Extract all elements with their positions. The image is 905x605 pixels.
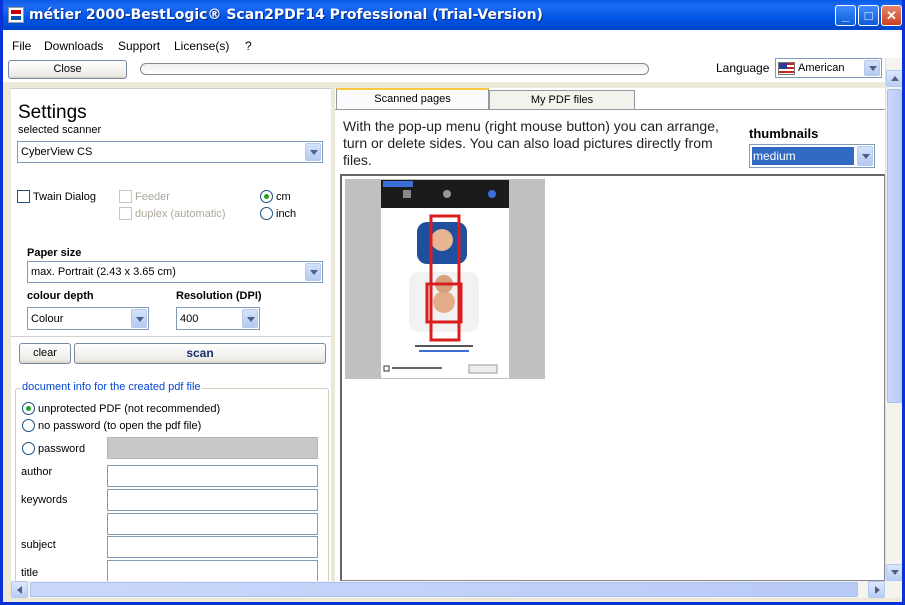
scanner-value: CyberView CS: [21, 146, 93, 158]
keywords-field-2[interactable]: [107, 513, 318, 535]
close-window-button[interactable]: ✕: [881, 5, 902, 26]
vertical-scroll-thumb[interactable]: [887, 89, 902, 403]
colour-depth-select[interactable]: Colour: [27, 307, 149, 330]
menu-file[interactable]: File: [12, 39, 31, 53]
chevron-down-icon[interactable]: [857, 146, 873, 166]
minimize-button[interactable]: _: [835, 5, 856, 26]
language-value: American: [798, 62, 845, 74]
scan-progress-bar: [140, 63, 649, 75]
us-flag-icon: [778, 62, 795, 75]
author-field[interactable]: [107, 465, 318, 487]
unprotected-pdf-label: unprotected PDF (not recommended): [38, 403, 221, 415]
page-preview: [381, 180, 509, 378]
scroll-down-icon[interactable]: [886, 564, 902, 581]
thumbnails-select[interactable]: medium: [749, 144, 875, 168]
password-label: password: [38, 443, 86, 455]
tab-border: [335, 109, 885, 110]
scanner-select[interactable]: CyberView CS: [17, 141, 323, 163]
colour-depth-value: Colour: [31, 312, 64, 325]
chevron-down-icon[interactable]: [242, 309, 258, 328]
radio-icon[interactable]: [22, 402, 35, 415]
resolution-value: 400: [180, 312, 199, 325]
feeder-checkbox: Feeder: [119, 190, 170, 203]
resolution-select[interactable]: 400: [176, 307, 260, 330]
maximize-button[interactable]: □: [858, 5, 879, 26]
twain-dialog-label: Twain Dialog: [33, 191, 96, 203]
paper-size-value: max. Portrait (2.43 x 3.65 cm): [31, 266, 176, 278]
resolution-label: Resolution (DPI): [176, 290, 262, 302]
password-field: [107, 437, 318, 459]
settings-title: Settings: [18, 102, 87, 123]
unprotected-pdf-radio[interactable]: unprotected PDF (not recommended): [22, 402, 220, 415]
title-field[interactable]: [107, 560, 318, 581]
radio-icon[interactable]: [260, 207, 273, 220]
language-select[interactable]: American: [775, 58, 882, 78]
scan-button[interactable]: scan: [74, 343, 326, 364]
radio-icon[interactable]: [22, 419, 35, 432]
subject-label: subject: [21, 539, 56, 551]
scroll-right-icon[interactable]: [868, 581, 885, 598]
vertical-scrollbar[interactable]: [885, 58, 902, 581]
colour-depth-label: colour depth: [27, 290, 94, 302]
keywords-label: keywords: [21, 494, 68, 506]
chevron-down-icon[interactable]: [305, 143, 321, 161]
toolbar: Close Language American: [3, 58, 902, 82]
paper-size-select[interactable]: max. Portrait (2.43 x 3.65 cm): [27, 261, 323, 283]
duplex-checkbox: duplex (automatic): [119, 207, 226, 220]
scroll-up-icon[interactable]: [886, 70, 902, 87]
checkbox-icon: [119, 207, 132, 220]
document-info-legend: document info for the created pdf file: [21, 381, 202, 393]
page-image: [381, 180, 509, 374]
tab-my-pdf-files[interactable]: My PDF files: [489, 90, 635, 110]
thumbnails-label: thumbnails: [749, 126, 819, 141]
settings-panel: Settings selected scanner CyberView CS T…: [11, 88, 331, 581]
unit-inch-radio[interactable]: inch: [260, 207, 296, 220]
menu-downloads[interactable]: Downloads: [44, 39, 103, 53]
checkbox-icon[interactable]: [17, 190, 30, 203]
selected-scanner-label: selected scanner: [18, 124, 102, 136]
thumbnails-value: medium: [753, 149, 796, 163]
feeder-label: Feeder: [135, 191, 170, 203]
horizontal-scroll-thumb[interactable]: [30, 582, 858, 597]
unit-cm-radio[interactable]: cm: [260, 190, 291, 203]
radio-icon[interactable]: [260, 190, 273, 203]
menu-help[interactable]: ?: [245, 39, 252, 53]
checkbox-icon: [119, 190, 132, 203]
tab-scanned-pages[interactable]: Scanned pages: [336, 88, 489, 110]
menu-bar: File Downloads Support License(s) ?: [3, 30, 902, 58]
radio-icon[interactable]: [22, 442, 35, 455]
twain-dialog-checkbox[interactable]: Twain Dialog: [17, 190, 96, 203]
app-icon[interactable]: [8, 7, 24, 23]
help-text: With the pop-up menu (right mouse button…: [343, 118, 719, 168]
clear-button[interactable]: clear: [19, 343, 71, 364]
main-panel: Scanned pages My PDF files With the pop-…: [335, 88, 885, 581]
scanned-page-thumbnail[interactable]: [345, 179, 545, 379]
window-title: métier 2000-BestLogic® Scan2PDF14 Profes…: [29, 7, 543, 23]
scroll-left-icon[interactable]: [11, 581, 28, 598]
menu-licenses[interactable]: License(s): [174, 39, 229, 53]
title-bar[interactable]: métier 2000-BestLogic® Scan2PDF14 Profes…: [3, 0, 902, 30]
unit-cm-label: cm: [276, 191, 291, 203]
divider: [11, 336, 331, 337]
no-password-radio[interactable]: no password (to open the pdf file): [22, 419, 201, 432]
horizontal-scrollbar[interactable]: [11, 581, 902, 598]
chevron-down-icon[interactable]: [864, 60, 880, 76]
menu-support[interactable]: Support: [118, 39, 160, 53]
chevron-down-icon[interactable]: [305, 263, 321, 281]
author-label: author: [21, 466, 53, 478]
paper-size-label: Paper size: [27, 247, 82, 259]
close-button[interactable]: Close: [8, 60, 127, 79]
no-password-label: no password (to open the pdf file): [38, 420, 202, 432]
subject-field[interactable]: [107, 536, 318, 558]
password-radio[interactable]: password: [22, 442, 85, 455]
duplex-label: duplex (automatic): [135, 208, 226, 220]
chevron-down-icon[interactable]: [131, 309, 147, 328]
keywords-field[interactable]: [107, 489, 318, 511]
title-label: title: [21, 567, 39, 579]
unit-inch-label: inch: [276, 208, 297, 220]
app-window: métier 2000-BestLogic® Scan2PDF14 Profes…: [0, 0, 905, 605]
thumbnail-area[interactable]: [340, 174, 885, 581]
language-label: Language: [716, 61, 770, 75]
